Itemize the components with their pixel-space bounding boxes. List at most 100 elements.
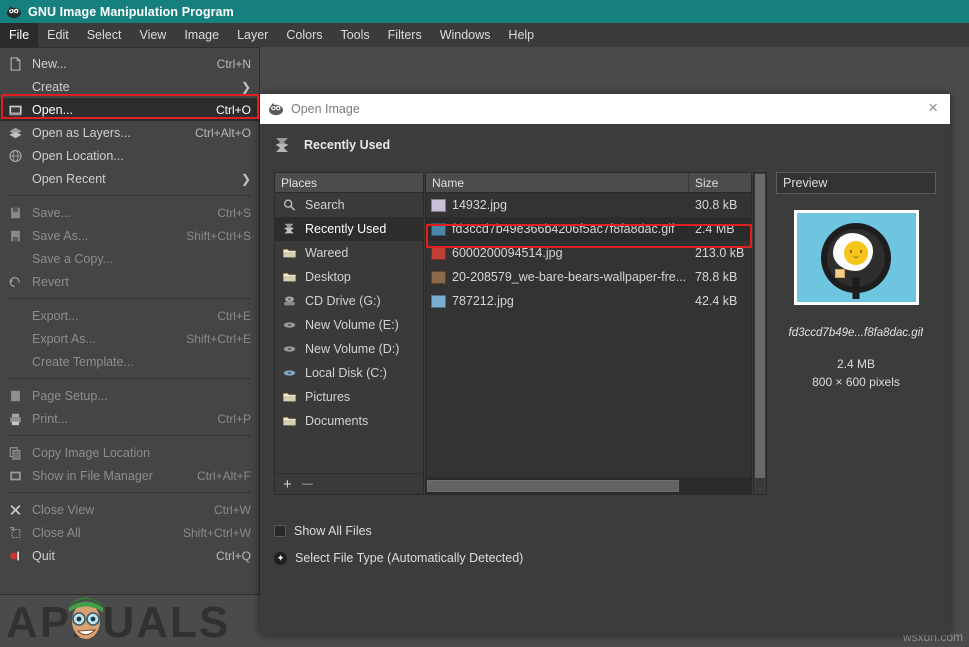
search-icon xyxy=(281,198,298,212)
file-name-cell: 14932.jpg xyxy=(426,198,689,212)
file-menu-item-new[interactable]: New...Ctrl+N xyxy=(0,52,259,75)
file-menu-item-open-as-layers[interactable]: Open as Layers...Ctrl+Alt+O xyxy=(0,121,259,144)
place-item-documents[interactable]: Documents xyxy=(275,409,423,433)
menu-item-label: Create xyxy=(32,80,241,94)
file-row[interactable]: 20-208579_we-bare-bears-wallpaper-fre...… xyxy=(426,265,751,289)
file-menu-item-open-location[interactable]: Open Location... xyxy=(0,144,259,167)
close-icon[interactable]: × xyxy=(924,99,942,119)
menu-view[interactable]: View xyxy=(130,23,175,47)
menu-tools[interactable]: Tools xyxy=(331,23,378,47)
file-manager-icon xyxy=(6,468,24,484)
menu-file[interactable]: File xyxy=(0,23,38,47)
file-thumbnail-icon xyxy=(431,271,446,284)
menu-windows[interactable]: Windows xyxy=(431,23,500,47)
egg-mouth xyxy=(853,255,859,258)
place-item-search[interactable]: Search xyxy=(275,193,423,217)
place-item-pictures[interactable]: Pictures xyxy=(275,385,423,409)
column-header-name[interactable]: Name xyxy=(426,173,689,192)
file-row[interactable]: 14932.jpg30.8 kB xyxy=(426,193,751,217)
place-item-wareed[interactable]: Wareed xyxy=(275,241,423,265)
file-menu-item-open-recent[interactable]: Open Recent❯ xyxy=(0,167,259,190)
copy-icon xyxy=(6,445,24,461)
dialog-title-bar: Open Image × xyxy=(260,94,950,124)
menu-colors[interactable]: Colors xyxy=(277,23,331,47)
open-image-dialog: Open Image × Recently Used Places Search… xyxy=(260,94,950,635)
place-item-desktop[interactable]: Desktop xyxy=(275,265,423,289)
menu-item-shortcut: Ctrl+Alt+F xyxy=(197,469,251,483)
expander-icon[interactable]: ✦ xyxy=(274,552,287,565)
menu-image[interactable]: Image xyxy=(175,23,228,47)
menu-item-label: Save a Copy... xyxy=(32,252,251,266)
file-menu-item-open[interactable]: Open...Ctrl+O xyxy=(0,98,259,121)
file-list-pane: Name Size 14932.jpg30.8 kBfd3ccd7b49e366… xyxy=(425,172,752,495)
remove-place-button[interactable]: — xyxy=(302,478,313,490)
file-menu-item-create[interactable]: Create❯ xyxy=(0,75,259,98)
egg-eye-right xyxy=(860,250,862,253)
place-item-label: Recently Used xyxy=(305,222,386,236)
file-menu-item-page-setup: Page Setup... xyxy=(0,384,259,407)
window-title-text: GNU Image Manipulation Program xyxy=(28,5,234,19)
print-icon xyxy=(6,411,24,427)
show-all-files-option[interactable]: Show All Files xyxy=(274,524,372,538)
close-x-icon xyxy=(6,502,24,518)
file-menu-item-create-template: Create Template... xyxy=(0,350,259,373)
file-row[interactable]: fd3ccd7b49e366b4206f5ac7f8fa8dac.gif 2.4 … xyxy=(426,217,751,241)
file-size-cell: 2.4 MB xyxy=(689,222,751,236)
file-list-vertical-scrollbar[interactable] xyxy=(753,172,767,495)
chevron-right-icon: ❯ xyxy=(241,80,251,94)
file-menu-item-quit[interactable]: QuitCtrl+Q xyxy=(0,544,259,567)
file-list-rows[interactable]: 14932.jpg30.8 kBfd3ccd7b49e366b4206f5ac7… xyxy=(426,193,751,477)
menu-item-label: Open Recent xyxy=(32,172,241,186)
place-item-cd-drive-g[interactable]: CD Drive (G:) xyxy=(275,289,423,313)
file-menu-dropdown: New...Ctrl+NCreate❯Open...Ctrl+OOpen as … xyxy=(0,47,260,595)
window-title-bar: GNU Image Manipulation Program xyxy=(0,0,969,23)
place-item-label: Desktop xyxy=(305,270,351,284)
place-item-recently-used[interactable]: Recently Used xyxy=(275,217,423,241)
place-item-label: New Volume (E:) xyxy=(305,318,399,332)
file-thumbnail-icon xyxy=(431,247,446,260)
save-icon xyxy=(6,205,24,221)
quit-icon xyxy=(6,548,24,564)
file-menu-item-close-view: Close ViewCtrl+W xyxy=(0,498,259,521)
file-row[interactable]: 787212.jpg42.4 kB xyxy=(426,289,751,313)
menu-item-label: Open Location... xyxy=(32,149,251,163)
menu-select[interactable]: Select xyxy=(78,23,131,47)
layers-icon xyxy=(6,125,24,141)
menu-item-label: Close All xyxy=(32,526,169,540)
file-name-label: fd3ccd7b49e366b4206f5ac7f8fa8dac.gif xyxy=(452,222,674,236)
file-size-cell: 42.4 kB xyxy=(689,294,751,308)
add-place-button[interactable]: + xyxy=(283,476,292,493)
file-name-cell: 20-208579_we-bare-bears-wallpaper-fre... xyxy=(426,270,689,284)
menu-item-label: Open as Layers... xyxy=(32,126,181,140)
harddisk-icon xyxy=(281,366,298,380)
column-header-size[interactable]: Size xyxy=(689,173,751,192)
place-item-local-disk-c[interactable]: Local Disk (C:) xyxy=(275,361,423,385)
place-item-label: Pictures xyxy=(305,390,350,404)
menu-help[interactable]: Help xyxy=(499,23,543,47)
menu-edit[interactable]: Edit xyxy=(38,23,78,47)
preview-body: fd3ccd7b49e...f8fa8dac.gif 2.4 MB 800 × … xyxy=(776,194,936,493)
menu-layer[interactable]: Layer xyxy=(228,23,277,47)
folder-icon xyxy=(281,246,298,260)
egg-yolk-shape xyxy=(844,241,868,265)
place-item-new-volume-d[interactable]: New Volume (D:) xyxy=(275,337,423,361)
menu-item-label: Open... xyxy=(32,103,202,117)
place-item-new-volume-e[interactable]: New Volume (E:) xyxy=(275,313,423,337)
place-item-label: Local Disk (C:) xyxy=(305,366,387,380)
checkbox-icon[interactable] xyxy=(274,525,286,537)
toast-piece-shape xyxy=(835,269,845,278)
places-list[interactable]: Search Recently Used Wareed Desktop CD Drive… xyxy=(275,193,423,473)
menu-item-shortcut: Ctrl+N xyxy=(217,57,251,71)
chevron-right-icon: ❯ xyxy=(241,172,251,186)
file-row[interactable]: 6000200094514.jpg213.0 kB xyxy=(426,241,751,265)
file-list-horizontal-scrollbar[interactable] xyxy=(426,477,751,494)
file-thumbnail-icon xyxy=(431,199,446,212)
file-size-cell: 78.8 kB xyxy=(689,270,751,284)
scrollbar-thumb[interactable] xyxy=(427,480,679,492)
menu-filters[interactable]: Filters xyxy=(379,23,431,47)
menu-item-label: Copy Image Location xyxy=(32,446,251,460)
scrollbar-thumb[interactable] xyxy=(755,174,765,478)
file-menu-item-copy-image-location: Copy Image Location xyxy=(0,441,259,464)
file-list-header: Name Size xyxy=(426,173,751,193)
select-file-type-option[interactable]: ✦ Select File Type (Automatically Detect… xyxy=(274,551,523,565)
